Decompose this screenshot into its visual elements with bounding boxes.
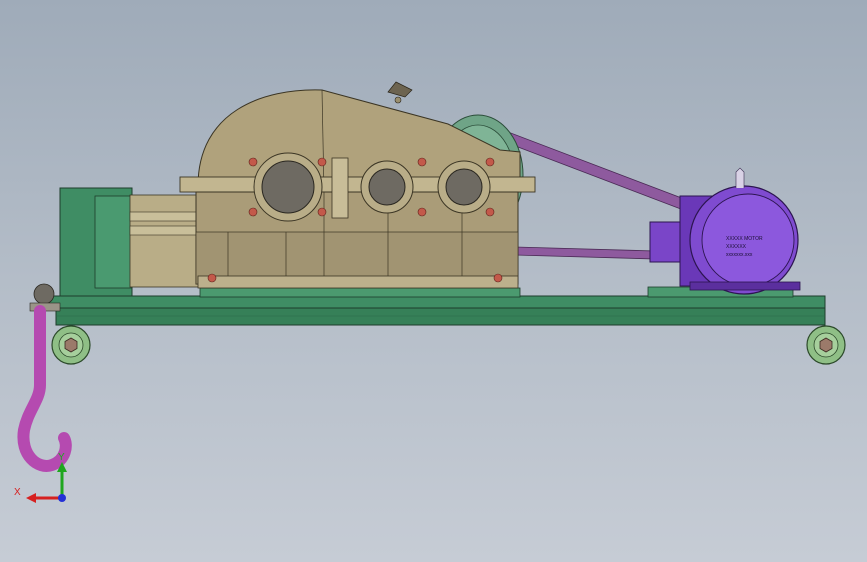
motor-nameplate-line3: xxxxxxx.xxx	[726, 252, 753, 258]
lifting-eye-icon	[735, 167, 745, 188]
gearbox-housing[interactable]	[179, 81, 536, 289]
axis-x-label: X	[14, 487, 21, 498]
electric-motor[interactable]: XXXXX MOTOR XXXXXX xxxxxxx.xxx	[649, 167, 801, 295]
axis-y-label: Y	[58, 452, 65, 463]
caster-wheel-right[interactable]	[806, 325, 846, 365]
model-scene[interactable]: XXXXX MOTOR XXXXXX xxxxxxx.xxx X Y	[0, 0, 867, 562]
lifting-hook[interactable]	[17, 283, 72, 472]
breather-cap-icon	[387, 81, 413, 98]
z-axis-dot-icon	[58, 494, 66, 502]
cad-viewport[interactable]: XXXXX MOTOR XXXXXX xxxxxxx.xxx X Y	[0, 0, 867, 562]
motor-nameplate-line2: XXXXXX	[726, 244, 747, 250]
motor-nameplate-line1: XXXXX MOTOR	[726, 236, 763, 242]
caster-wheel-left[interactable]	[51, 325, 91, 365]
